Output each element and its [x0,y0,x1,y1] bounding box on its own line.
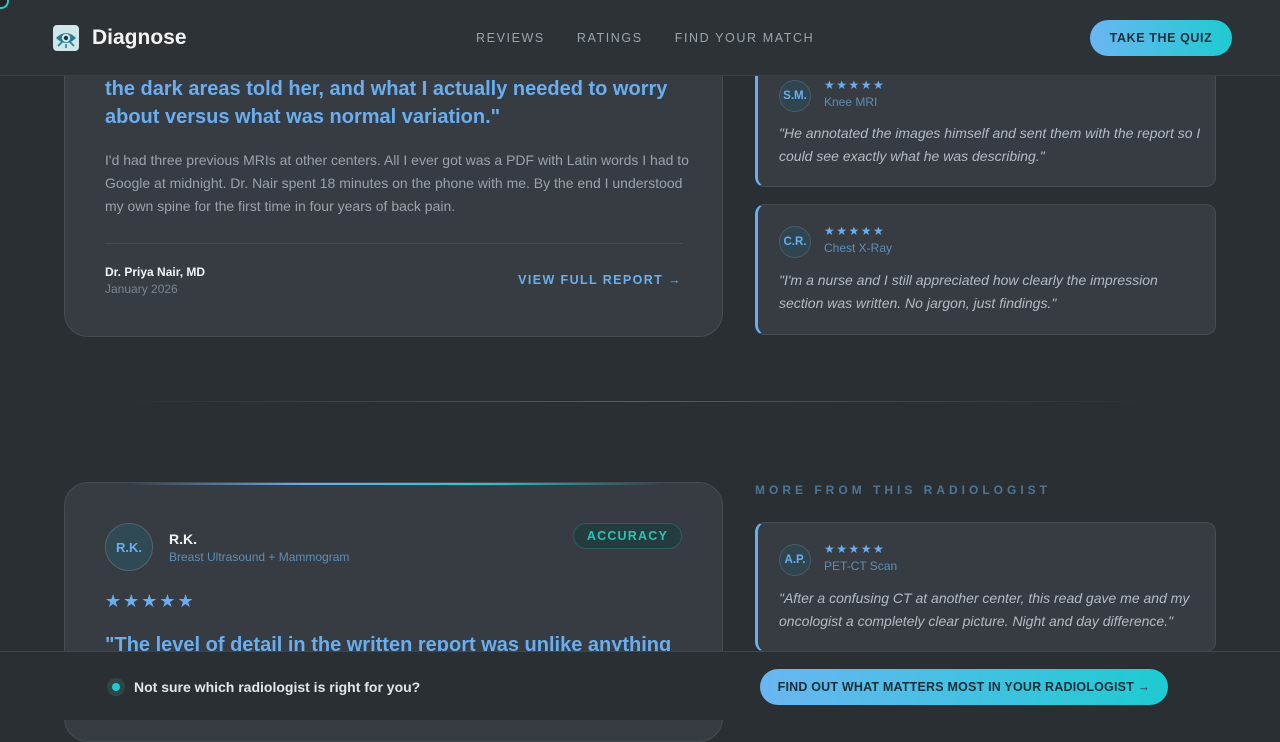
review-card: C.R. ★★★★★ Chest X-Ray "I'm a nurse and … [755,204,1216,335]
radiologist-name: Dr. Priya Nair, MD [105,265,206,279]
eye-logo-icon[interactable] [52,24,80,52]
site-header: Diagnose REVIEWS RATINGS FIND YOUR MATCH… [0,0,1280,76]
find-out-button[interactable]: FIND OUT WHAT MATTERS MOST IN YOUR RADIO… [760,669,1168,705]
star-rating: ★★★★★ [824,224,886,238]
scan-type: Knee MRI [824,95,878,109]
status-dot-icon [107,678,125,696]
section-separator [110,401,1160,402]
reviewer-name: R.K. [169,531,197,547]
card-accent-line [125,483,665,485]
reviewer-avatar: A.P. [779,544,811,576]
review-text: "After a confusing CT at another center,… [779,590,1190,629]
nav-find-your-match[interactable]: FIND YOUR MATCH [675,31,815,45]
view-full-report-link[interactable]: VIEW FULL REPORT → [518,273,682,287]
featured-review-quote: the dark areas told her, and what I actu… [105,78,668,128]
sticky-cta-bar: Not sure which radiologist is right for … [0,651,1280,720]
star-rating: ★★★★★ [824,78,886,92]
star-rating: ★★★★★ [105,591,196,611]
brand-name[interactable]: Diagnose [92,26,187,50]
reviewer-avatar: R.K. [105,523,153,571]
featured-review-body: I'd had three previous MRIs at other cen… [105,152,689,214]
star-rating: ★★★★★ [824,542,886,556]
review-date: January 2026 [105,282,178,296]
nav-reviews[interactable]: REVIEWS [476,31,545,45]
reviewer-avatar: C.R. [779,226,811,258]
scan-type: PET-CT Scan [824,559,898,573]
nav-ratings[interactable]: RATINGS [577,31,643,45]
review-card: A.P. ★★★★★ PET-CT Scan "After a confusin… [755,522,1216,652]
cta-prompt-text: Not sure which radiologist is right for … [134,679,421,695]
scan-type: Chest X-Ray [824,241,893,255]
review-text: "He annotated the images himself and sen… [779,125,1201,164]
take-quiz-button[interactable]: TAKE THE QUIZ [1090,20,1232,56]
more-from-radiologist-heading: MORE FROM THIS RADIOLOGIST [755,483,1051,497]
review-text: "I'm a nurse and I still appreciated how… [779,272,1158,311]
category-badge: ACCURACY [572,523,682,549]
reviewer-avatar: S.M. [779,80,811,112]
scan-type: Breast Ultrasound + Mammogram [169,550,350,564]
divider [105,243,683,244]
main-nav: REVIEWS RATINGS FIND YOUR MATCH [476,31,846,45]
